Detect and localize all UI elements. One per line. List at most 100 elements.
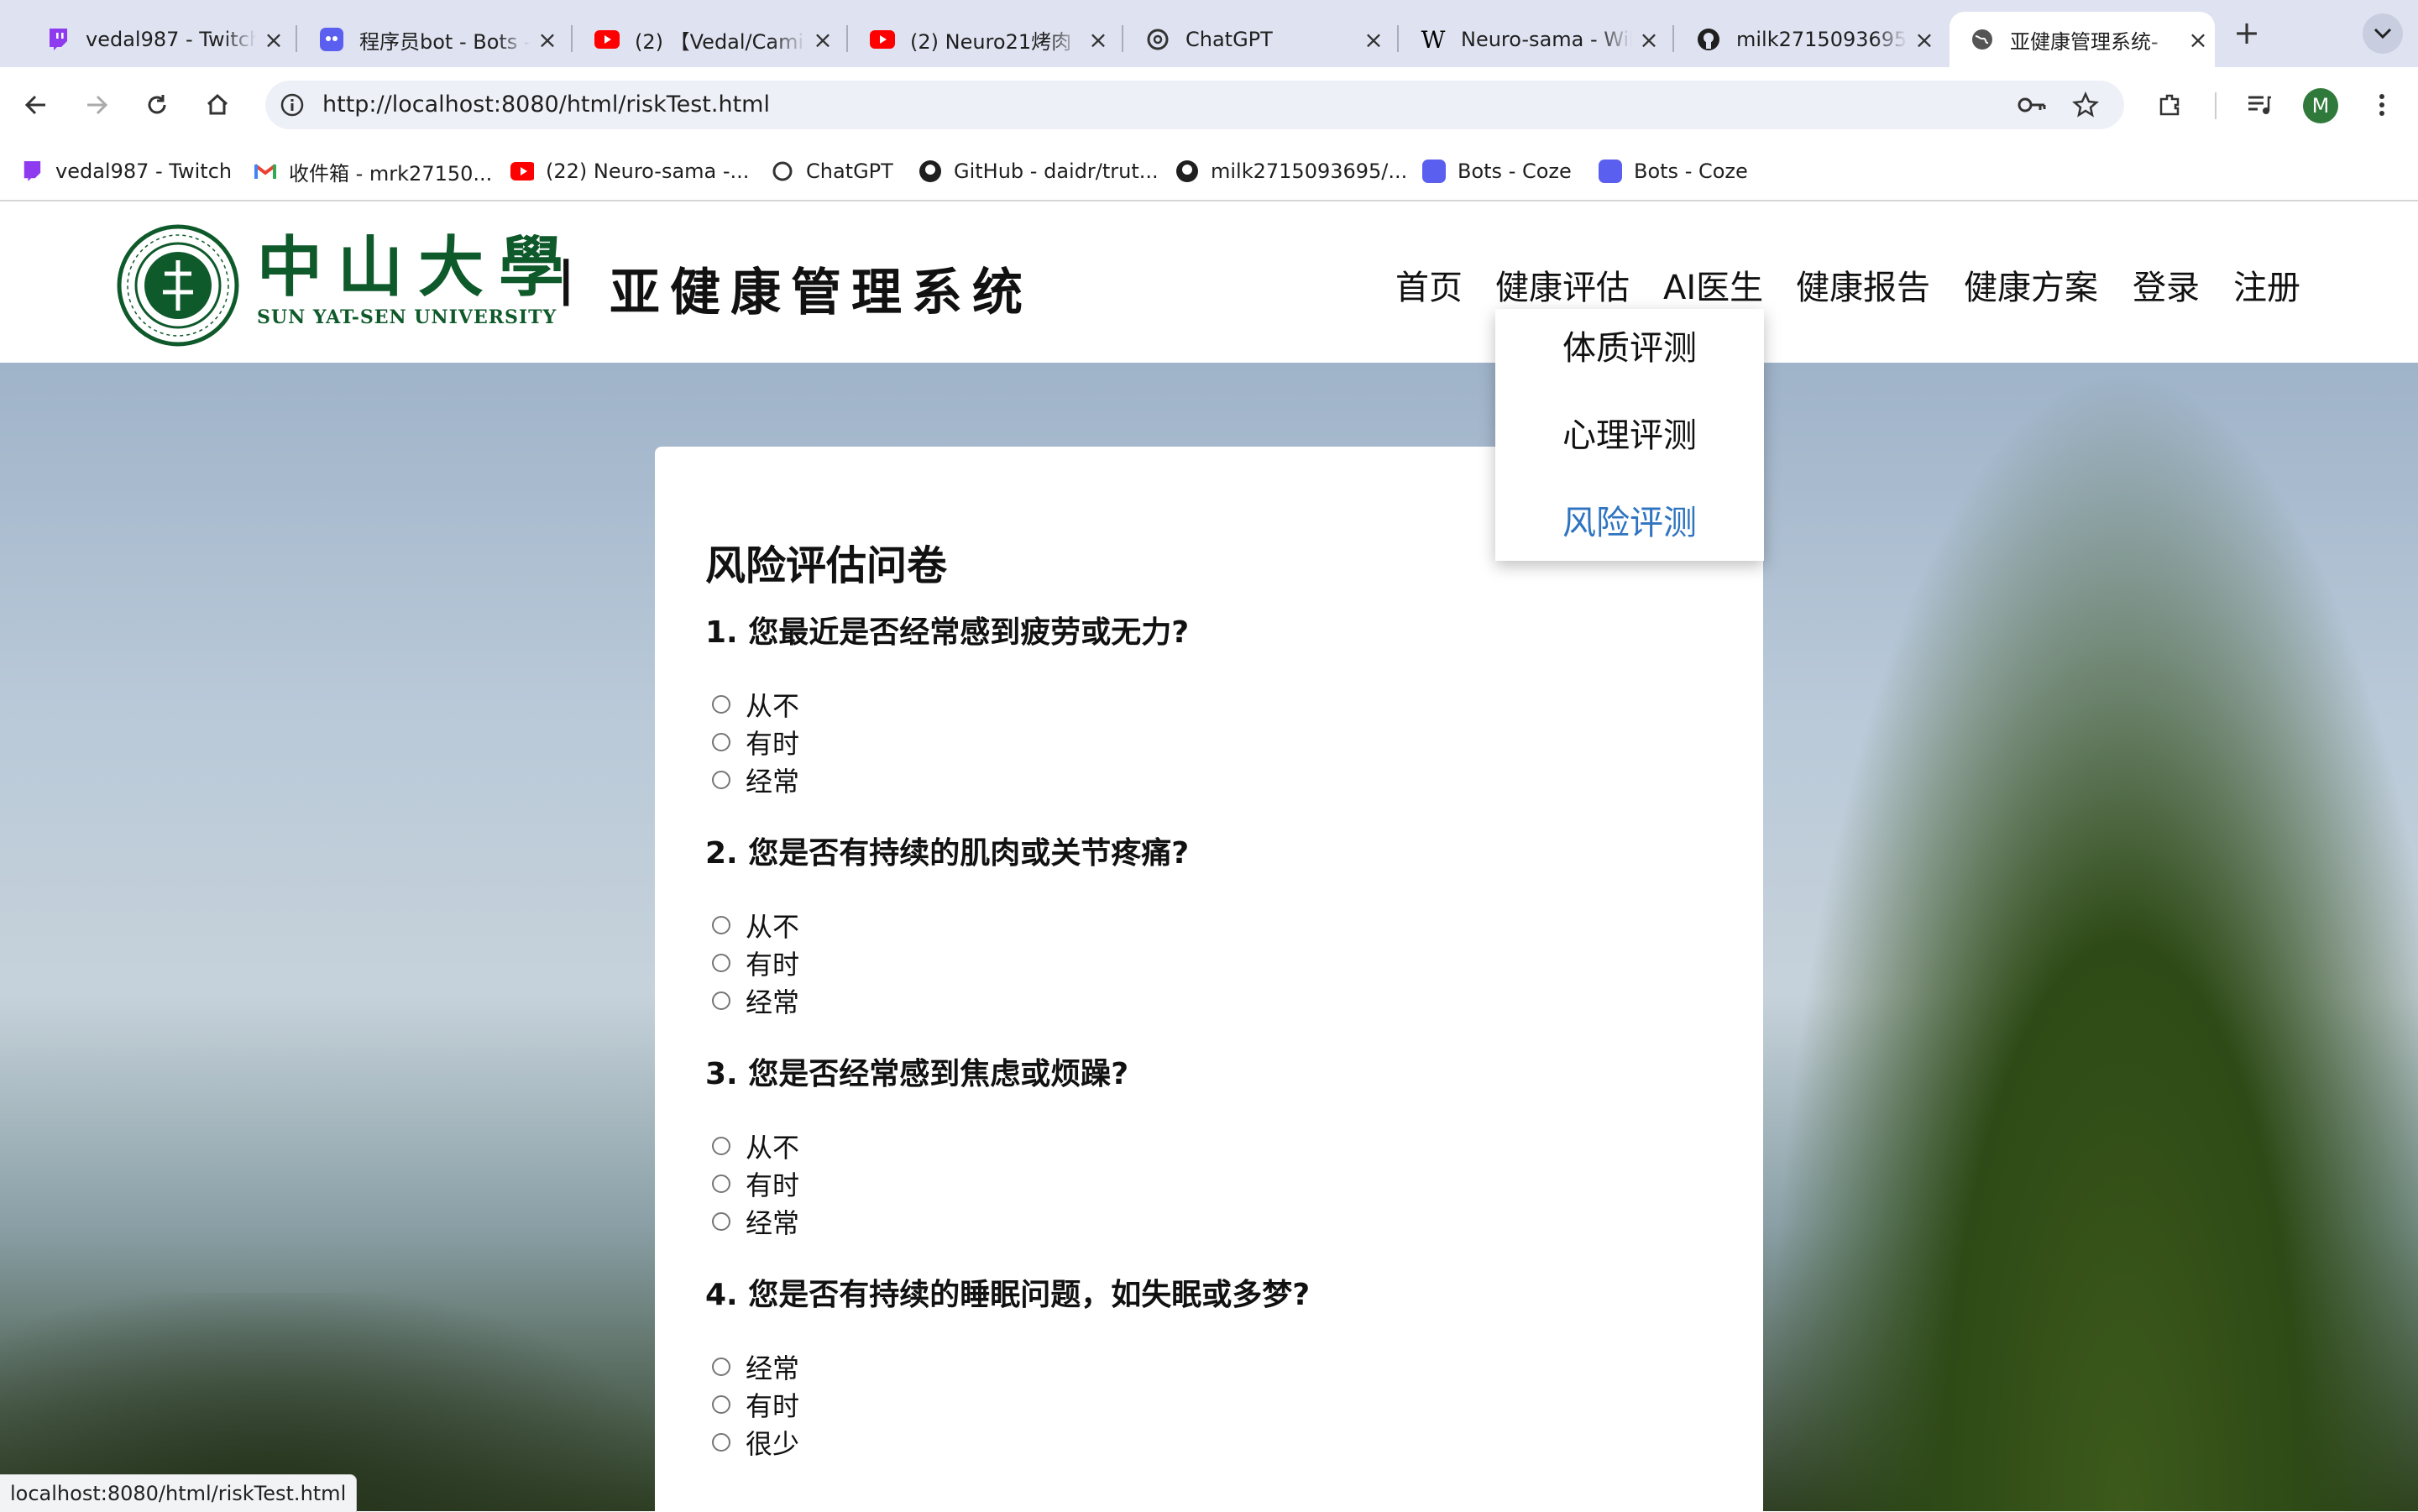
address-bar[interactable]: http://localhost:8080/html/riskTest.html: [265, 81, 2124, 129]
chrome-menu-button[interactable]: [2363, 86, 2401, 124]
option-label: 很少: [746, 1427, 800, 1460]
github-icon: [1696, 27, 1721, 52]
bookmark-github-milk[interactable]: milk2715093695/...: [1175, 156, 1407, 186]
tab-chatgpt[interactable]: ChatGPT ×: [1125, 12, 1390, 67]
back-button[interactable]: [17, 86, 55, 124]
bookmark-coze-1[interactable]: Bots - Coze: [1422, 156, 1572, 186]
option-label: 经常: [746, 1206, 800, 1239]
option-radio[interactable]: 经常: [705, 1347, 1713, 1385]
tab-active-subhealth[interactable]: 亚健康管理系统- ×: [1950, 12, 2215, 67]
option-radio[interactable]: 有时: [705, 1164, 1713, 1202]
nav-home[interactable]: 首页: [1395, 260, 1463, 309]
radio-button[interactable]: [712, 1357, 730, 1376]
close-icon[interactable]: ×: [806, 26, 840, 54]
radio-button[interactable]: [712, 1174, 730, 1193]
tab-twitch[interactable]: vedal987 - Twitch ×: [25, 12, 290, 67]
radio-button[interactable]: [712, 1394, 730, 1414]
close-icon[interactable]: ×: [1081, 26, 1115, 54]
bookmark-star-icon[interactable]: [2072, 92, 2099, 118]
twitch-icon: [45, 27, 71, 52]
tab-coze-bot[interactable]: 程序员bot - Bots - Coze ×: [299, 12, 564, 67]
close-icon[interactable]: ×: [1632, 26, 1666, 54]
option-radio[interactable]: 有时: [705, 1385, 1713, 1423]
youtube-icon: [510, 160, 534, 183]
wordmark-cn: 中山大學: [257, 229, 580, 306]
bookmark-label: Bots - Coze: [1458, 160, 1572, 183]
bookmarks-bar: vedal987 - Twitch 收件箱 - mrk27150... (22)…: [0, 143, 2418, 201]
tab-youtube-vedal[interactable]: (2) 【Vedal/Camila】 ×: [574, 12, 840, 67]
option-radio[interactable]: 有时: [705, 723, 1713, 761]
bookmark-chatgpt[interactable]: ChatGPT: [771, 156, 893, 186]
new-tab-button[interactable]: +: [2227, 13, 2267, 54]
home-button[interactable]: [198, 86, 237, 124]
tab-github[interactable]: milk2715093695 ×: [1676, 12, 1941, 67]
nav-health-report[interactable]: 健康报告: [1796, 260, 1930, 309]
close-icon[interactable]: ×: [1357, 26, 1390, 54]
radio-button[interactable]: [712, 694, 730, 714]
radio-button[interactable]: [712, 915, 730, 934]
password-key-icon[interactable]: [2017, 92, 2047, 118]
forward-arrow-icon: [87, 95, 108, 115]
option-label: 有时: [746, 1389, 800, 1422]
radio-button[interactable]: [712, 732, 730, 751]
close-icon[interactable]: ×: [2181, 26, 2215, 54]
option-radio[interactable]: 从不: [705, 906, 1713, 944]
radio-button[interactable]: [712, 1211, 730, 1231]
bookmark-label: vedal987 - Twitch: [55, 160, 233, 183]
close-icon[interactable]: ×: [1908, 26, 1941, 54]
tree-foliage-right: [1763, 363, 2418, 1511]
bookmark-label: Bots - Coze: [1634, 160, 1748, 183]
nav-ai-doctor[interactable]: AI医生: [1663, 260, 1763, 309]
radio-button[interactable]: [712, 991, 730, 1010]
forward-button[interactable]: [77, 86, 116, 124]
close-icon[interactable]: ×: [531, 26, 564, 54]
option-radio[interactable]: 经常: [705, 761, 1713, 798]
tab-youtube-neuro[interactable]: (2) Neuro21烤肉 ×: [850, 12, 1115, 67]
radio-button[interactable]: [712, 770, 730, 789]
dropdown-item-constitution[interactable]: 体质评测: [1495, 321, 1764, 369]
nav-login[interactable]: 登录: [2133, 260, 2200, 309]
system-title: 亚健康管理系统: [610, 264, 1033, 322]
option-radio[interactable]: 从不: [705, 685, 1713, 723]
option-radio[interactable]: 从不: [705, 1127, 1713, 1164]
close-icon[interactable]: ×: [257, 26, 290, 54]
bookmark-twitch[interactable]: vedal987 - Twitch: [20, 156, 232, 186]
extensions-button[interactable]: [2151, 86, 2190, 124]
media-controls-button[interactable]: [2240, 86, 2279, 124]
question-text: 2. 您是否有持续的肌肉或关节疼痛?: [705, 836, 1190, 871]
radio-button[interactable]: [712, 953, 730, 972]
status-bar-url: localhost:8080/html/riskTest.html: [0, 1474, 358, 1512]
nav-health-assessment[interactable]: 健康评估: [1495, 260, 1630, 309]
url-text[interactable]: http://localhost:8080/html/riskTest.html: [322, 81, 770, 129]
reload-button[interactable]: [138, 86, 176, 124]
youtube-icon: [870, 27, 895, 52]
bookmark-gmail[interactable]: 收件箱 - mrk27150...: [254, 156, 492, 186]
radio-button[interactable]: [712, 1136, 730, 1155]
option-label: 从不: [746, 910, 800, 943]
site-info-icon[interactable]: [280, 93, 304, 117]
bookmark-github-daidr[interactable]: GitHub - daidr/trut...: [919, 156, 1159, 186]
youtube-icon: [594, 27, 620, 52]
bookmark-youtube[interactable]: (22) Neuro-sama -...: [510, 156, 749, 186]
question-2: 2. 您是否有持续的肌肉或关节疼痛? 从不 有时 经常: [705, 835, 1713, 1019]
question-4: 4. 您是否有持续的睡眠问题，如失眠或多梦? 经常 有时 很少: [705, 1277, 1713, 1461]
radio-button[interactable]: [712, 1432, 730, 1452]
option-radio[interactable]: 经常: [705, 1202, 1713, 1240]
tab-title: (2) Neuro21烤肉: [910, 29, 1072, 54]
bookmark-coze-2[interactable]: Bots - Coze: [1599, 156, 1748, 186]
questionnaire-title: 风险评估问卷: [705, 542, 948, 589]
gmail-icon: [254, 160, 277, 183]
dropdown-item-risk[interactable]: 风险评测: [1495, 495, 1764, 544]
dropdown-item-psychology[interactable]: 心理评测: [1495, 408, 1764, 457]
nav-health-plan[interactable]: 健康方案: [1964, 260, 2098, 309]
option-label: 有时: [746, 1169, 800, 1201]
option-radio[interactable]: 有时: [705, 944, 1713, 981]
more-vertical-icon: [2379, 94, 2384, 116]
tab-search-button[interactable]: [2363, 13, 2403, 54]
profile-avatar[interactable]: M: [2303, 88, 2338, 123]
option-radio[interactable]: 经常: [705, 981, 1713, 1019]
option-radio[interactable]: 很少: [705, 1423, 1713, 1461]
nav-register[interactable]: 注册: [2233, 260, 2300, 309]
tab-title: vedal987 - Twitch: [86, 28, 257, 51]
tab-wikipedia[interactable]: W Neuro-sama - Wikipedia ×: [1400, 12, 1666, 67]
